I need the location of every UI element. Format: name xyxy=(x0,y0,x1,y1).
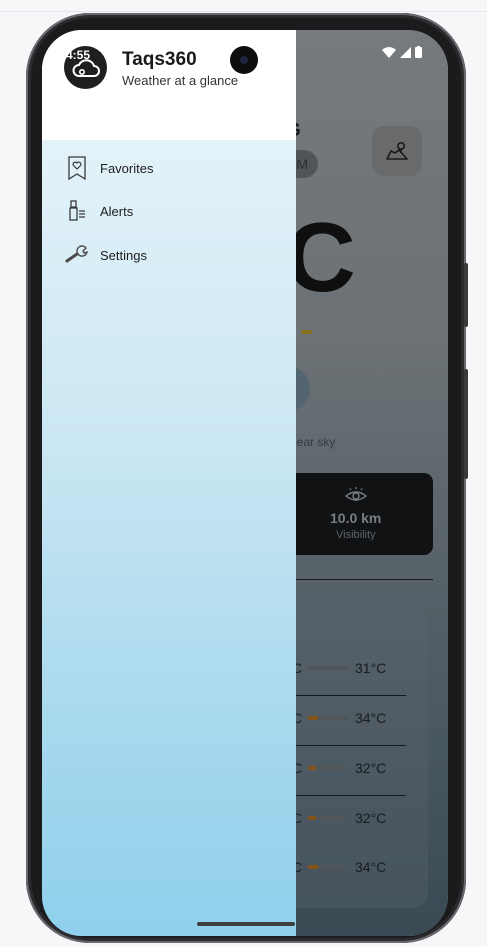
drawer-item-alerts[interactable]: Alerts xyxy=(64,193,264,229)
navigation-drawer: Taqs360 Weather at a glance Favorites Al… xyxy=(42,30,296,936)
wifi-icon xyxy=(382,46,396,58)
battery-icon xyxy=(415,46,422,58)
drawer-app-name: Taqs360 xyxy=(122,49,197,70)
status-bar-time: 4:55 xyxy=(66,48,91,62)
alerts-icon xyxy=(64,198,90,224)
drawer-tagline: Weather at a glance xyxy=(122,73,239,88)
drawer-item-settings[interactable]: Settings xyxy=(64,237,264,273)
phone-screen: G M C lear sky 10.0 km Visibility C 31°C… xyxy=(42,30,448,936)
page-top-divider xyxy=(0,11,487,12)
phone-side-button-top xyxy=(464,263,468,327)
cellular-signal-icon xyxy=(400,46,411,58)
drawer-header: Taqs360 Weather at a glance xyxy=(42,30,296,140)
wrench-icon xyxy=(64,242,90,268)
status-icons xyxy=(382,46,422,58)
front-camera xyxy=(230,46,258,74)
home-indicator[interactable] xyxy=(197,922,295,926)
favorite-bookmark-icon xyxy=(64,155,90,181)
phone-side-button-bottom xyxy=(464,369,468,479)
drawer-item-label: Settings xyxy=(100,247,147,263)
drawer-item-label: Favorites xyxy=(100,160,154,176)
drawer-item-label: Alerts xyxy=(100,203,134,219)
drawer-item-favorites[interactable]: Favorites xyxy=(64,150,264,186)
